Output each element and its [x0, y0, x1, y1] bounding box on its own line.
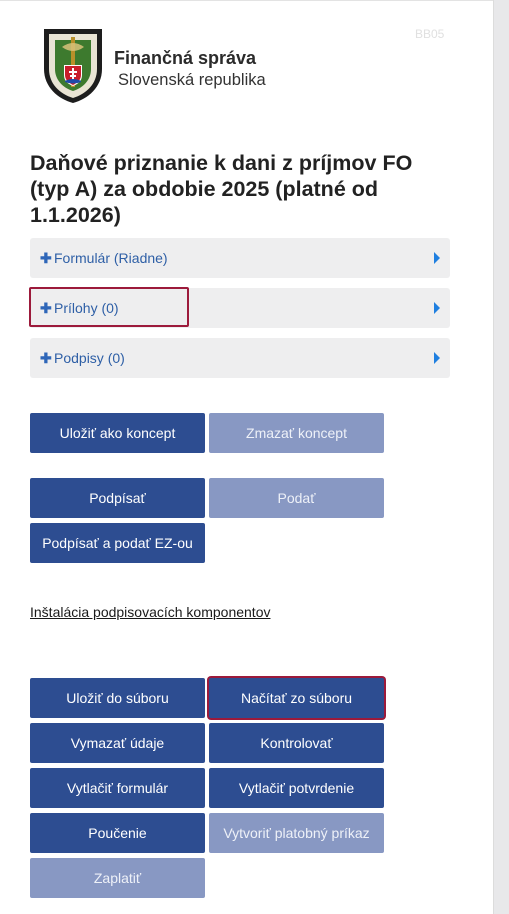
brand-subtitle: Slovenská republika [118, 71, 266, 89]
sign-button[interactable]: Podpísať [30, 478, 205, 518]
instructions-button[interactable]: Poučenie [30, 813, 205, 853]
accordion-podpisy[interactable]: ✚ Podpisy (0) [30, 338, 450, 378]
create-payment-order-button[interactable]: Vytvoriť platobný príkaz [209, 813, 384, 853]
version-code: BB05 [415, 27, 445, 41]
plus-icon: ✚ [40, 350, 52, 366]
clear-data-button[interactable]: Vymazať údaje [30, 723, 205, 763]
save-draft-button[interactable]: Uložiť ako koncept [30, 413, 205, 453]
scrollbar-track[interactable] [493, 0, 509, 914]
install-components-link[interactable]: Inštalácia podpisovacích komponentov [30, 604, 270, 620]
pay-button[interactable]: Zaplatiť [30, 858, 205, 898]
page-title: Daňové priznanie k dani z príjmov FO (ty… [30, 151, 413, 227]
chevron-right-icon [434, 252, 440, 264]
delete-draft-button[interactable]: Zmazať koncept [209, 413, 384, 453]
print-form-button[interactable]: Vytlačiť formulár [30, 768, 205, 808]
chevron-right-icon [434, 302, 440, 314]
accordion-label: Formulár (Riadne) [54, 250, 168, 266]
accordion-label: Podpisy (0) [54, 350, 125, 366]
sign-and-submit-button[interactable]: Podpísať a podať EZ-ou [30, 523, 205, 563]
submit-button[interactable]: Podať [209, 478, 384, 518]
chevron-right-icon [434, 352, 440, 364]
check-button[interactable]: Kontrolovať [209, 723, 384, 763]
accordion-label: Prílohy (0) [54, 300, 119, 316]
plus-icon: ✚ [40, 250, 52, 266]
brand-name: Finančná správa [114, 48, 257, 68]
accordion-formular[interactable]: ✚ Formulár (Riadne) [30, 238, 450, 278]
accordion-prilohy[interactable]: ✚ Prílohy (0) [30, 288, 450, 328]
financna-sprava-logo [44, 29, 102, 103]
plus-icon: ✚ [40, 300, 52, 316]
load-from-file-button[interactable]: Načítať zo súboru [209, 678, 384, 718]
top-border [0, 0, 494, 1]
save-to-file-button[interactable]: Uložiť do súboru [30, 678, 205, 718]
print-confirmation-button[interactable]: Vytlačiť potvrdenie [209, 768, 384, 808]
